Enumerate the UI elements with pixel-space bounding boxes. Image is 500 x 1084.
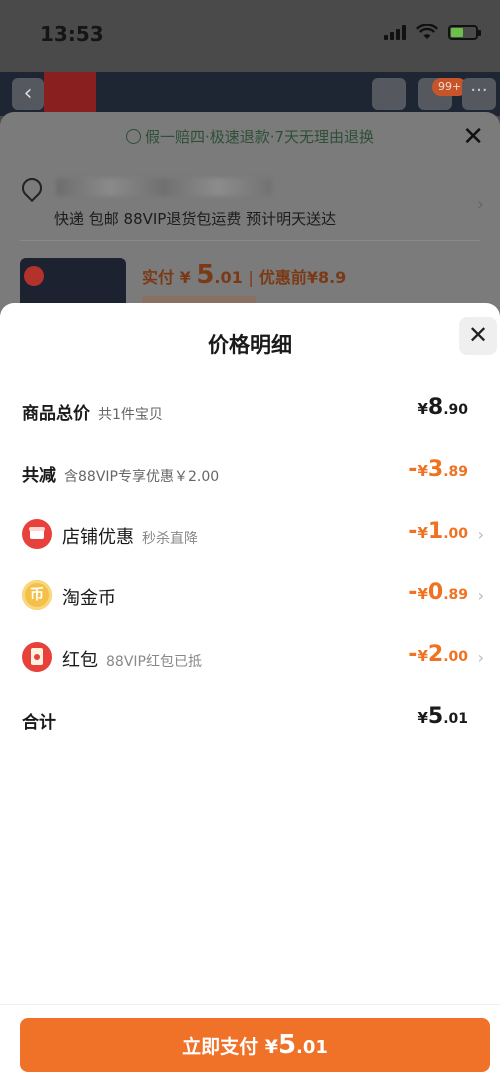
battery-icon: [448, 24, 481, 40]
discount-item-row[interactable]: 红包 88VIP红包已抵 -¥2.00 ›: [0, 638, 500, 678]
coin-icon: 币: [22, 580, 52, 610]
shield-check-icon: [125, 129, 141, 144]
sum-amount: ¥5.01: [417, 704, 468, 729]
location-icon: [17, 173, 47, 203]
item-count: 共1件宝贝: [98, 407, 163, 423]
wifi-icon: [416, 24, 438, 39]
total-price-row: 商品总价 共1件宝贝 ¥8.90: [0, 391, 500, 431]
discount-amount: -¥0.89: [408, 580, 468, 605]
guarantee-banner: 假一赔四·极速退款·7天无理由退换: [0, 126, 500, 147]
delivery-info: 快递 包邮 88VIP退货包运费 预计明天送达: [54, 210, 337, 228]
total-price-label: 商品总价 共1件宝贝: [22, 404, 163, 424]
discount-label: 红包 88VIP红包已抵: [62, 650, 202, 671]
pay-now-amount: ¥5.01: [264, 1030, 328, 1060]
discount-amount: -¥1.00: [408, 519, 468, 544]
actual-pay-label: 实付: [142, 268, 175, 287]
discount-amount: -¥2.00: [408, 642, 468, 667]
chevron-right-icon: ›: [477, 525, 484, 544]
address-blurred[interactable]: [56, 178, 272, 196]
discount-item-row[interactable]: 店铺优惠 秒杀直降 -¥1.00 ›: [0, 515, 500, 555]
discount-label: 淘金币: [62, 588, 116, 609]
bottom-bar: 立即支付 ¥5.01: [0, 1004, 500, 1084]
guarantee-text: 假一赔四·极速退款·7天无理由退换: [144, 128, 375, 146]
actual-pay-dec: .01: [214, 268, 243, 287]
close-icon: ✕: [467, 321, 489, 349]
pay-now-label: 立即支付: [182, 1036, 259, 1058]
status-bar: 13:53: [0, 0, 500, 70]
shop-icon: [22, 519, 52, 549]
price-detail-sheet: 价格明细 ✕ 商品总价 共1件宝贝 ¥8.90 共减 含88VIP专享优惠￥2.00…: [0, 303, 500, 1084]
status-icons: [384, 24, 481, 40]
before-discount-label: 优惠前: [258, 268, 307, 287]
chevron-right-icon: ›: [477, 648, 484, 667]
address-chevron-icon[interactable]: ›: [477, 194, 484, 215]
total-discount-label: 共减 含88VIP专享优惠￥2.00: [22, 466, 220, 486]
product-banner-image: [44, 72, 96, 116]
divider: [20, 240, 480, 241]
more-icon[interactable]: ···: [462, 78, 496, 110]
yen-sign: ¥: [179, 268, 191, 287]
back-icon[interactable]: ‹: [12, 78, 44, 110]
total-price-amount: ¥8.90: [417, 395, 468, 420]
actual-pay-int: 5: [196, 260, 215, 290]
before-discount-amount: ¥8.9: [306, 268, 347, 287]
discount-item-row[interactable]: 币 淘金币 -¥0.89 ›: [0, 576, 500, 616]
order-sheet-close-icon[interactable]: ✕: [462, 122, 484, 152]
discount-label: 店铺优惠 秒杀直降: [62, 527, 198, 548]
vip-discount-note: 含88VIP专享优惠￥2.00: [64, 469, 220, 485]
total-discount-row: 共减 含88VIP专享优惠￥2.00 -¥3.89: [0, 453, 500, 493]
status-time: 13:53: [40, 22, 104, 46]
red-packet-icon: [22, 642, 52, 672]
pay-now-button[interactable]: 立即支付 ¥5.01: [20, 1018, 490, 1072]
close-button[interactable]: ✕: [459, 317, 497, 355]
sum-label: 合计: [22, 713, 56, 733]
order-sheet: 假一赔四·极速退款·7天无理由退换 ✕ 快递 包邮 88VIP退货包运费 预计明…: [0, 112, 500, 338]
product-top-nav: ‹ 99+ ···: [0, 72, 500, 116]
chevron-right-icon: ›: [477, 586, 484, 605]
total-discount-amount: -¥3.89: [408, 457, 468, 482]
actual-price-line: 实付 ¥ 5.01 | 优惠前¥8.9: [142, 260, 347, 290]
signal-icon: [384, 24, 406, 40]
share-icon[interactable]: [372, 78, 406, 110]
sheet-title: 价格明细: [208, 333, 292, 357]
sum-row: 合计 ¥5.01: [0, 700, 500, 740]
